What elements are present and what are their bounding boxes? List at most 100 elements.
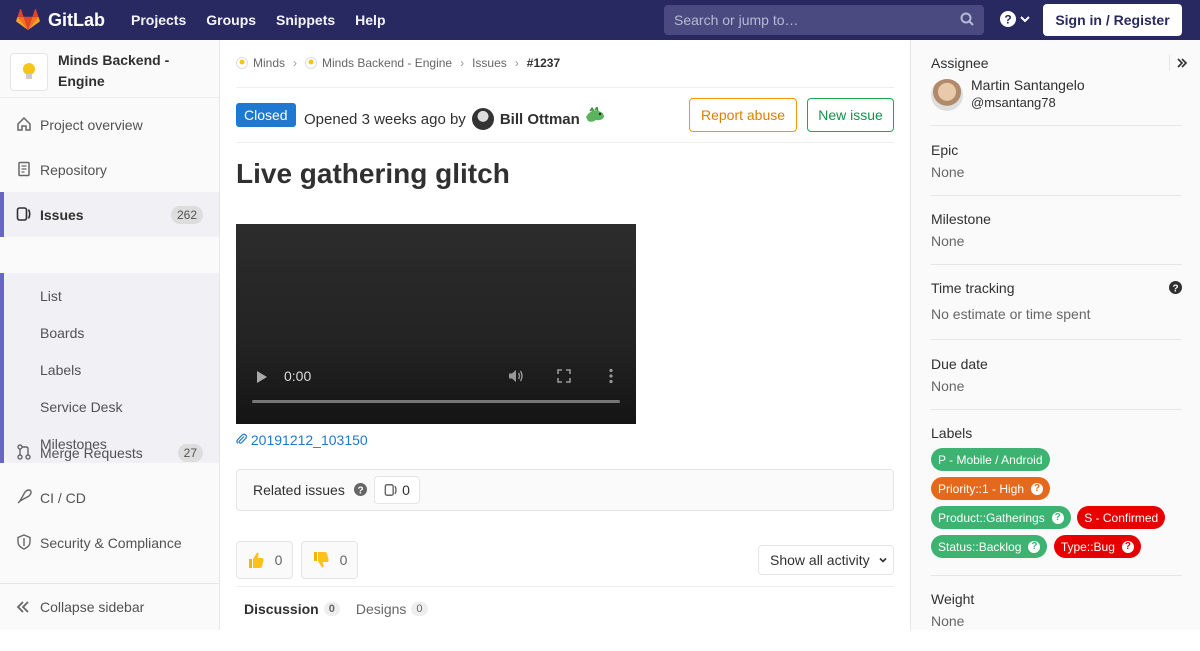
chevron-right-icon: › bbox=[514, 56, 519, 70]
paperclip-icon bbox=[236, 433, 248, 444]
breadcrumb-issue-id[interactable]: #1237 bbox=[527, 56, 560, 70]
thumbs-down-icon bbox=[313, 552, 329, 568]
milestone-title: Milestone bbox=[931, 211, 991, 227]
breadcrumb-project[interactable]: Minds Backend - Engine bbox=[322, 56, 452, 70]
volume-icon[interactable] bbox=[508, 368, 524, 384]
question-icon: ? bbox=[1121, 540, 1134, 553]
assignee-name[interactable]: Martin Santangelo bbox=[971, 77, 1085, 93]
left-sidebar: Minds Backend - Engine Project overview … bbox=[0, 40, 220, 630]
thumbs-down-button[interactable]: 0 bbox=[301, 541, 358, 579]
sidebar-item-ci-cd[interactable]: CI / CD bbox=[0, 475, 219, 520]
status-badge: Closed bbox=[236, 103, 296, 127]
video-time: 0:00 bbox=[284, 368, 312, 384]
related-issues-count-button[interactable]: 0 bbox=[374, 476, 420, 504]
sidebar-sub-service-desk[interactable]: Service Desk bbox=[40, 399, 122, 415]
labels-list: P - Mobile / Android Priority::1 - High?… bbox=[931, 448, 1191, 564]
assignee-handle: @msantang78 bbox=[971, 95, 1056, 110]
collapse-sidebar-label: Collapse sidebar bbox=[40, 599, 145, 615]
collapse-right-icon[interactable] bbox=[1176, 57, 1188, 69]
chevron-down-icon bbox=[1020, 16, 1030, 23]
breadcrumb-minds[interactable]: Minds bbox=[253, 56, 285, 70]
issues-icon bbox=[16, 207, 31, 221]
sidebar-item-project-overview[interactable]: Project overview bbox=[0, 102, 219, 147]
label-pill[interactable]: S - Confirmed bbox=[1077, 506, 1166, 529]
author-name[interactable]: Bill Ottman bbox=[500, 111, 580, 128]
assignee-block: Assignee Martin Santangelo @msantang78 bbox=[931, 55, 1188, 126]
issue-opened-meta: Opened 3 weeks ago by Bill Ottman bbox=[304, 107, 606, 130]
weight-block: Weight None bbox=[931, 591, 1182, 651]
sidebar-sub-boards[interactable]: Boards bbox=[40, 325, 84, 341]
tab-discussion[interactable]: Discussion 0 bbox=[244, 601, 340, 617]
issues-count-badge: 262 bbox=[170, 205, 203, 224]
activity-filter-dropdown[interactable]: Show all activity bbox=[758, 545, 894, 575]
doc-text-icon bbox=[18, 161, 30, 177]
nav-snippets[interactable]: Snippets bbox=[276, 12, 335, 28]
labels-title: Labels bbox=[931, 425, 973, 441]
question-icon: ? bbox=[1028, 540, 1041, 553]
svg-text:?: ? bbox=[1004, 13, 1011, 27]
due-date-value: None bbox=[931, 378, 965, 394]
label-pill[interactable]: Product::Gatherings? bbox=[931, 506, 1071, 529]
question-icon: ? bbox=[1031, 482, 1044, 495]
video-progress-bar[interactable] bbox=[252, 400, 620, 403]
opened-time: 3 weeks ago bbox=[361, 110, 446, 128]
label-pill[interactable]: P - Mobile / Android bbox=[931, 448, 1050, 471]
nav-groups[interactable]: Groups bbox=[206, 12, 256, 28]
search-input[interactable]: Search or jump to… bbox=[664, 5, 984, 35]
svg-text:?: ? bbox=[1172, 284, 1178, 295]
lightbulb-icon bbox=[23, 63, 35, 79]
assignee-avatar[interactable] bbox=[931, 79, 963, 111]
video-player[interactable]: 0:00 bbox=[236, 224, 636, 424]
epic-title: Epic bbox=[931, 142, 959, 158]
project-name: Minds Backend - Engine bbox=[58, 52, 170, 89]
report-abuse-button[interactable]: Report abuse bbox=[689, 98, 797, 132]
breadcrumb-issues[interactable]: Issues bbox=[472, 56, 507, 70]
issue-title: Live gathering glitch bbox=[236, 158, 510, 189]
label-pill[interactable]: Status::Backlog? bbox=[931, 535, 1048, 558]
collapse-sidebar-button[interactable]: Collapse sidebar bbox=[0, 583, 219, 630]
due-date-title: Due date bbox=[931, 356, 988, 372]
project-header[interactable]: Minds Backend - Engine bbox=[0, 40, 219, 98]
chevron-right-icon: › bbox=[293, 56, 298, 70]
breadcrumb: Minds › Minds Backend - Engine › Issues … bbox=[236, 56, 560, 70]
nav-help[interactable]: Help bbox=[355, 12, 385, 28]
weight-value: None bbox=[931, 613, 965, 629]
gitlab-tanuki-icon bbox=[16, 9, 40, 30]
sidebar-sub-list[interactable]: List bbox=[40, 288, 62, 304]
more-options-icon[interactable] bbox=[608, 368, 614, 384]
sidebar-item-label: Security & Compliance bbox=[40, 534, 182, 551]
question-icon[interactable]: ? bbox=[354, 483, 367, 496]
merge-requests-count-badge: 27 bbox=[177, 443, 203, 462]
epic-value: None bbox=[931, 164, 965, 180]
weight-title: Weight bbox=[931, 591, 975, 607]
sidebar-item-label: Issues bbox=[40, 206, 84, 223]
attachment-link[interactable]: 20191212_103150 bbox=[236, 432, 368, 448]
project-logo-icon bbox=[305, 57, 318, 69]
fullscreen-icon[interactable] bbox=[557, 369, 571, 383]
question-icon: ? bbox=[1000, 11, 1016, 27]
gitlab-logo[interactable]: GitLab bbox=[16, 9, 105, 31]
author-avatar[interactable] bbox=[471, 108, 494, 130]
sidebar-item-issues[interactable]: Issues 262 bbox=[0, 192, 219, 237]
sidebar-item-repository[interactable]: Repository bbox=[0, 147, 219, 192]
related-issues-label: Related issues bbox=[253, 482, 345, 498]
sidebar-sub-labels[interactable]: Labels bbox=[40, 362, 81, 378]
question-icon[interactable]: ? bbox=[1169, 281, 1182, 294]
tab-designs[interactable]: Designs 0 bbox=[356, 601, 428, 617]
help-dropdown[interactable]: ? bbox=[1000, 11, 1030, 27]
sidebar-item-label: Repository bbox=[40, 161, 107, 178]
thumbs-up-icon bbox=[248, 552, 264, 568]
discussion-tabs: Discussion 0 Designs 0 bbox=[236, 586, 894, 630]
search-placeholder: Search or jump to… bbox=[674, 12, 799, 28]
sidebar-item-merge-requests[interactable]: Merge Requests 27 bbox=[0, 430, 219, 475]
home-icon bbox=[17, 116, 31, 131]
label-pill[interactable]: Priority::1 - High? bbox=[931, 477, 1051, 500]
new-issue-button[interactable]: New issue bbox=[807, 98, 894, 132]
sign-in-button[interactable]: Sign in / Register bbox=[1043, 4, 1182, 36]
designs-count-badge: 0 bbox=[411, 601, 428, 616]
sidebar-item-security[interactable]: Security & Compliance bbox=[0, 520, 219, 565]
nav-projects[interactable]: Projects bbox=[131, 12, 186, 28]
thumbs-up-button[interactable]: 0 bbox=[236, 541, 293, 579]
label-pill[interactable]: Type::Bug? bbox=[1053, 535, 1141, 558]
play-icon[interactable] bbox=[256, 370, 268, 384]
